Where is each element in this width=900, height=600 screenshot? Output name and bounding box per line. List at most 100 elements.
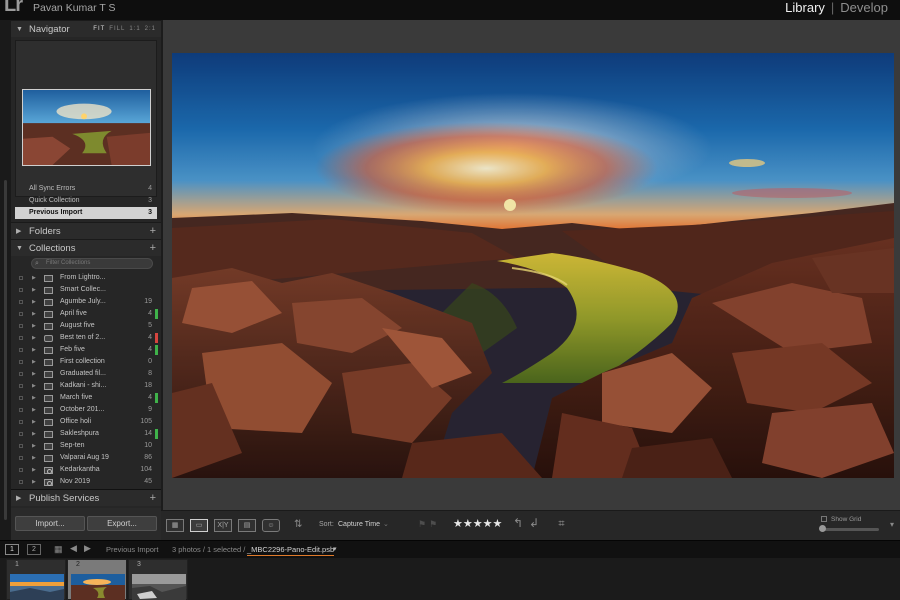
target-checkbox-icon[interactable] [19, 420, 23, 424]
people-view-icon[interactable]: ☺ [262, 519, 280, 532]
collection-item[interactable]: ▶ Agumbe July... 19 [15, 296, 158, 308]
zoom-2-1[interactable]: 2:1 [145, 26, 156, 32]
collection-item[interactable]: ▶ Kedarkantha 104 [15, 464, 158, 476]
filmstrip-source[interactable]: Previous Import [106, 545, 159, 554]
collection-item[interactable]: ▶ Feb five 4 [15, 344, 158, 356]
target-checkbox-icon[interactable] [19, 432, 23, 436]
survey-view-icon[interactable]: ▤ [238, 519, 256, 532]
target-checkbox-icon[interactable] [19, 480, 23, 484]
collection-item[interactable]: ▶ From Lightro... [15, 272, 158, 284]
navigator-thumbnail[interactable] [22, 89, 151, 166]
add-publish-service-icon[interactable]: + [150, 490, 156, 507]
collection-item[interactable]: ▶ August five 5 [15, 320, 158, 332]
collection-item[interactable]: ▶ March five 4 [15, 392, 158, 404]
expand-triangle-icon[interactable]: ▶ [32, 404, 36, 416]
collection-item[interactable]: ▶ Graduated fil... 8 [15, 368, 158, 380]
catalog-item-previous-import[interactable]: Previous Import 3 [15, 207, 157, 219]
collection-item[interactable]: ▶ October 201... 9 [15, 404, 158, 416]
collection-item[interactable]: ▶ Sakleshpura 14 [15, 428, 158, 440]
expand-triangle-icon[interactable]: ▶ [32, 332, 36, 344]
main-photo[interactable] [172, 53, 894, 478]
expand-triangle-icon[interactable]: ▶ [32, 380, 36, 392]
collection-item[interactable]: ▶ Smart Collec... [15, 284, 158, 296]
expand-triangle-icon[interactable]: ▶ [32, 308, 36, 320]
target-checkbox-icon[interactable] [19, 468, 23, 472]
collection-item[interactable]: ▶ Office holi 105 [15, 416, 158, 428]
target-checkbox-icon[interactable] [19, 408, 23, 412]
expand-triangle-icon[interactable]: ▶ [32, 320, 36, 332]
expand-triangle-icon[interactable]: ▶ [32, 416, 36, 428]
target-checkbox-icon[interactable] [19, 456, 23, 460]
add-collection-icon[interactable]: + [150, 240, 156, 257]
add-folder-icon[interactable]: + [150, 223, 156, 240]
grid-size-slider[interactable] [819, 525, 879, 532]
target-checkbox-icon[interactable] [19, 300, 23, 304]
collections-filter-input[interactable]: ⌕ Filter Collections [31, 258, 153, 269]
expand-triangle-icon[interactable]: ▶ [32, 464, 36, 476]
module-develop[interactable]: Develop [840, 0, 888, 15]
collections-header[interactable]: ▼ Collections + [11, 239, 161, 256]
filmstrip-cell[interactable]: 2 [67, 559, 127, 600]
collection-item[interactable]: ▶ Kadkani - shi... 18 [15, 380, 158, 392]
catalog-item-quick-collection[interactable]: Quick Collection 3 [15, 195, 157, 207]
target-checkbox-icon[interactable] [19, 396, 23, 400]
collection-item[interactable]: ▶ Valparai Aug 19 86 [15, 452, 158, 464]
panel-scrollbar[interactable] [4, 180, 7, 520]
grid-view-icon[interactable]: ▦ [166, 519, 184, 532]
filename-dropdown-caret-icon[interactable]: ▾ [333, 545, 337, 553]
sort-direction-icon[interactable]: ⇅ [294, 519, 302, 530]
filmstrip-cell[interactable]: 3 [128, 559, 188, 600]
show-grid-toggle[interactable]: Show Grid [821, 516, 861, 523]
expand-triangle-icon[interactable]: ▶ [32, 272, 36, 284]
collapse-triangle-icon[interactable]: ▼ [16, 21, 23, 38]
export-button[interactable]: Export... [87, 516, 157, 531]
filmstrip-cell[interactable]: 1 [6, 559, 66, 600]
zoom-fill[interactable]: FILL [109, 26, 125, 32]
grid-icon[interactable]: ▦ [54, 544, 63, 555]
collection-item[interactable]: ▶ Best ten of 2... 4 [15, 332, 158, 344]
chevron-down-icon[interactable]: ⌄ [383, 520, 389, 528]
slider-knob[interactable] [819, 525, 826, 532]
expand-triangle-icon[interactable]: ▶ [32, 284, 36, 296]
module-library[interactable]: Library [785, 0, 825, 15]
folders-header[interactable]: ▶ Folders + [11, 222, 161, 239]
expand-triangle-icon[interactable]: ▶ [32, 440, 36, 452]
expand-triangle-icon[interactable]: ▶ [32, 392, 36, 404]
loupe-view-icon[interactable]: ▭ [190, 519, 208, 532]
filmstrip-thumbnail[interactable] [10, 574, 64, 600]
target-checkbox-icon[interactable] [19, 444, 23, 448]
crop-icon[interactable]: ⌗ [554, 518, 569, 532]
collection-item[interactable]: ▶ Nov 2019 45 [15, 476, 158, 488]
collection-item[interactable]: ▶ April five 4 [15, 308, 158, 320]
expand-triangle-icon[interactable]: ▶ [32, 356, 36, 368]
expand-triangle-icon[interactable]: ▶ [32, 452, 36, 464]
zoom-1-1[interactable]: 1:1 [129, 26, 140, 32]
filmstrip-thumbnail[interactable] [71, 574, 125, 600]
toolbar-menu-caret-icon[interactable]: ▾ [890, 520, 894, 529]
expand-triangle-icon[interactable]: ▶ [32, 428, 36, 440]
target-checkbox-icon[interactable] [19, 384, 23, 388]
target-checkbox-icon[interactable] [19, 276, 23, 280]
target-checkbox-icon[interactable] [19, 372, 23, 376]
target-checkbox-icon[interactable] [19, 336, 23, 340]
forward-arrow-icon[interactable]: ▶ [84, 543, 91, 554]
collection-item[interactable]: ▶ First collection 0 [15, 356, 158, 368]
target-checkbox-icon[interactable] [19, 348, 23, 352]
target-checkbox-icon[interactable] [19, 312, 23, 316]
back-arrow-icon[interactable]: ◀ [70, 543, 77, 554]
star-rating[interactable]: ★★★★★ [453, 517, 502, 530]
catalog-item-all-sync-errors[interactable]: All Sync Errors 4 [15, 183, 157, 195]
filmstrip-thumbnail[interactable] [132, 574, 186, 600]
flag-icons[interactable]: ⚑⚑ [418, 519, 440, 530]
target-checkbox-icon[interactable] [19, 360, 23, 364]
selected-filename[interactable]: _MBC2296-Pano-Edit.psb [247, 545, 335, 556]
import-button[interactable]: Import... [15, 516, 85, 531]
publish-services-header[interactable]: ▶ Publish Services + [11, 489, 161, 506]
checkbox-icon[interactable] [821, 516, 827, 523]
target-checkbox-icon[interactable] [19, 288, 23, 292]
expand-triangle-icon[interactable]: ▶ [32, 476, 36, 488]
compare-view-icon[interactable]: X|Y [214, 519, 232, 532]
navigator-header[interactable]: ▼ Navigator FIT FILL 1:1 2:1 [11, 20, 161, 37]
expand-triangle-icon[interactable]: ▶ [16, 490, 21, 507]
expand-triangle-icon[interactable]: ▶ [32, 344, 36, 356]
